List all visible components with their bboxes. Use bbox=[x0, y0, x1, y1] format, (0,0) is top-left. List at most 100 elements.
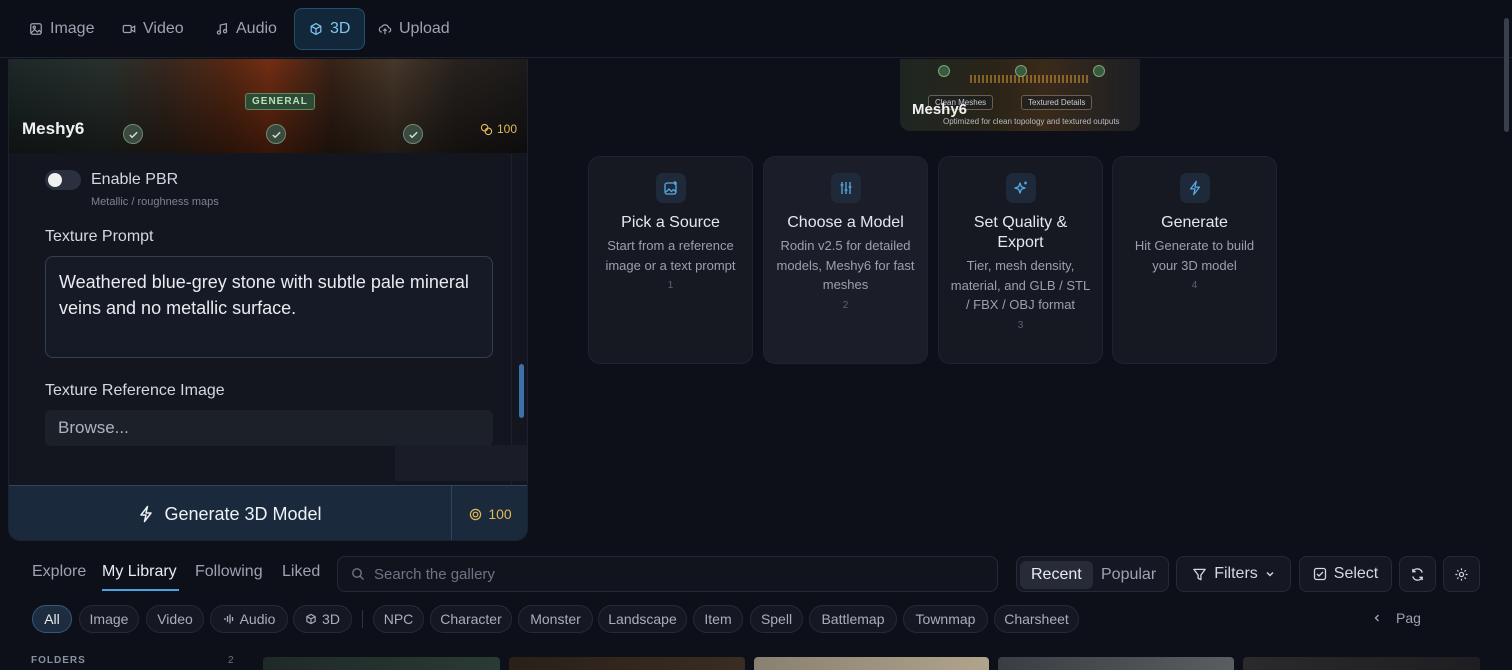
chevron-left-icon[interactable] bbox=[1372, 613, 1382, 623]
step-description: Hit Generate to build your 3D model bbox=[1134, 238, 1255, 273]
sort-toggle: Recent Popular bbox=[1016, 556, 1169, 592]
nav-tab-3d[interactable]: 3D bbox=[294, 8, 366, 50]
generate-bar: Generate 3D Model 100 bbox=[9, 485, 527, 540]
music-note-icon bbox=[216, 22, 228, 35]
chip-charsheet[interactable]: Charsheet bbox=[994, 605, 1079, 633]
check-icon bbox=[266, 124, 286, 144]
search-icon bbox=[352, 568, 364, 580]
audio-wave-icon bbox=[223, 614, 233, 624]
chip-character[interactable]: Character bbox=[430, 605, 512, 633]
image-icon bbox=[30, 23, 42, 35]
step-title: Pick a Source bbox=[621, 214, 720, 231]
sort-recent[interactable]: Recent bbox=[1020, 561, 1093, 589]
check-icon bbox=[123, 124, 143, 144]
gallery-tab-following[interactable]: Following bbox=[195, 563, 263, 581]
step-number: 2 bbox=[842, 299, 849, 311]
gallery-tab-liked[interactable]: Liked bbox=[282, 563, 320, 581]
check-icon bbox=[1015, 65, 1027, 77]
step-card-pick-source: Pick a Source Start from a reference ima… bbox=[588, 156, 753, 364]
nav-tab-label: Image bbox=[50, 20, 95, 37]
nav-tab-audio[interactable]: Audio bbox=[201, 8, 291, 50]
model-preview-card[interactable]: Clean Meshes Textured Details Meshy6 Opt… bbox=[900, 59, 1140, 131]
chip-npc[interactable]: NPC bbox=[373, 605, 424, 633]
gallery-thumbnail[interactable] bbox=[263, 657, 500, 670]
model-name: Meshy6 bbox=[22, 119, 85, 138]
step-card-choose-model: Choose a Model Rodin v2.5 for detailed m… bbox=[763, 156, 928, 364]
search-placeholder: Search the gallery bbox=[374, 565, 495, 583]
checkbox-icon bbox=[1313, 567, 1326, 581]
pagination-label: Pag bbox=[1396, 610, 1421, 626]
gallery-tab-my-library[interactable]: My Library bbox=[102, 563, 177, 581]
gallery-thumbnail[interactable] bbox=[754, 657, 989, 670]
chip-battlemap[interactable]: Battlemap bbox=[809, 605, 897, 633]
pbr-toggle[interactable] bbox=[45, 170, 81, 190]
chip-label: Audio bbox=[239, 611, 276, 627]
check-icon bbox=[403, 124, 423, 144]
generate-cost: 100 bbox=[451, 486, 527, 540]
chip-spell[interactable]: Spell bbox=[750, 605, 803, 633]
chip-item[interactable]: Item bbox=[693, 605, 743, 633]
gallery-thumbnail[interactable] bbox=[509, 657, 745, 670]
texture-reference-label: Texture Reference Image bbox=[45, 382, 225, 399]
cube-icon bbox=[310, 22, 322, 36]
panel-overlay bbox=[395, 445, 527, 481]
pagination: Pag bbox=[1372, 610, 1421, 626]
select-button[interactable]: Select bbox=[1299, 556, 1392, 592]
top-navigation: Image Video Audio 3D Upload bbox=[0, 0, 1512, 58]
cube-icon bbox=[306, 613, 316, 625]
refresh-button[interactable] bbox=[1399, 556, 1436, 592]
lightning-icon bbox=[1179, 173, 1210, 203]
step-description: Start from a reference image or a text p… bbox=[605, 238, 736, 273]
waveform-decoration bbox=[970, 75, 1090, 83]
nav-tab-label: Video bbox=[143, 20, 184, 37]
chip-video[interactable]: Video bbox=[146, 605, 204, 633]
step-number: 4 bbox=[1191, 280, 1198, 291]
gallery-thumbnail[interactable] bbox=[1243, 657, 1480, 670]
video-icon bbox=[122, 24, 136, 34]
model-category-badge: GENERAL bbox=[245, 93, 315, 110]
coins-icon bbox=[480, 123, 493, 135]
generate-3d-model-button[interactable]: Generate 3D Model bbox=[9, 486, 451, 540]
chip-townmap[interactable]: Townmap bbox=[903, 605, 988, 633]
nav-tab-label: 3D bbox=[330, 20, 351, 37]
model-cost: 100 bbox=[480, 122, 517, 136]
select-label: Select bbox=[1333, 565, 1379, 582]
sliders-icon bbox=[830, 173, 861, 203]
gallery-tab-explore[interactable]: Explore bbox=[32, 563, 86, 581]
sort-popular[interactable]: Popular bbox=[1090, 561, 1167, 589]
folders-count: 2 bbox=[228, 655, 234, 666]
texture-prompt-input[interactable]: Weathered blue-grey stone with subtle pa… bbox=[45, 256, 493, 358]
pbr-hint: Metallic / roughness maps bbox=[91, 196, 219, 208]
filters-button[interactable]: Filters bbox=[1176, 556, 1291, 592]
page-scrollbar[interactable] bbox=[1504, 18, 1509, 132]
model-banner[interactable]: GENERAL Meshy6 100 bbox=[9, 59, 527, 153]
chip-audio[interactable]: Audio bbox=[210, 605, 288, 633]
chip-3d[interactable]: 3D bbox=[293, 605, 352, 633]
chip-all[interactable]: All bbox=[32, 605, 72, 633]
nav-tab-label: Upload bbox=[399, 20, 450, 37]
image-plus-icon bbox=[655, 173, 686, 203]
texture-reference-browse[interactable]: Browse... bbox=[45, 410, 493, 446]
chip-landscape[interactable]: Landscape bbox=[598, 605, 687, 633]
chip-image[interactable]: Image bbox=[79, 605, 139, 633]
gallery-thumbnail[interactable] bbox=[998, 657, 1234, 670]
folders-heading: FOLDERS bbox=[31, 655, 86, 666]
pbr-label: Enable PBR bbox=[91, 171, 179, 188]
panel-scrollbar-thumb[interactable] bbox=[519, 364, 524, 418]
nav-tab-video[interactable]: Video bbox=[108, 8, 198, 50]
chip-label: 3D bbox=[322, 611, 340, 627]
preview-chip: Textured Details bbox=[1021, 95, 1093, 110]
generation-panel: GENERAL Meshy6 100 Enable PBR Metallic /… bbox=[8, 59, 528, 541]
step-description: Rodin v2.5 for detailed models, Meshy6 f… bbox=[776, 238, 915, 292]
gallery-search-input[interactable]: Search the gallery bbox=[337, 556, 998, 592]
filter-icon bbox=[1193, 568, 1206, 580]
chip-monster[interactable]: Monster bbox=[518, 605, 593, 633]
model-cost-value: 100 bbox=[496, 122, 517, 136]
settings-button[interactable] bbox=[1443, 556, 1480, 592]
nav-tab-upload[interactable]: Upload bbox=[364, 8, 464, 50]
nav-tab-image[interactable]: Image bbox=[15, 8, 108, 50]
step-card-generate: Generate Hit Generate to build your 3D m… bbox=[1112, 156, 1277, 364]
coin-icon bbox=[470, 508, 482, 520]
step-title: Generate bbox=[1161, 214, 1228, 231]
cloud-upload-icon bbox=[378, 24, 392, 35]
